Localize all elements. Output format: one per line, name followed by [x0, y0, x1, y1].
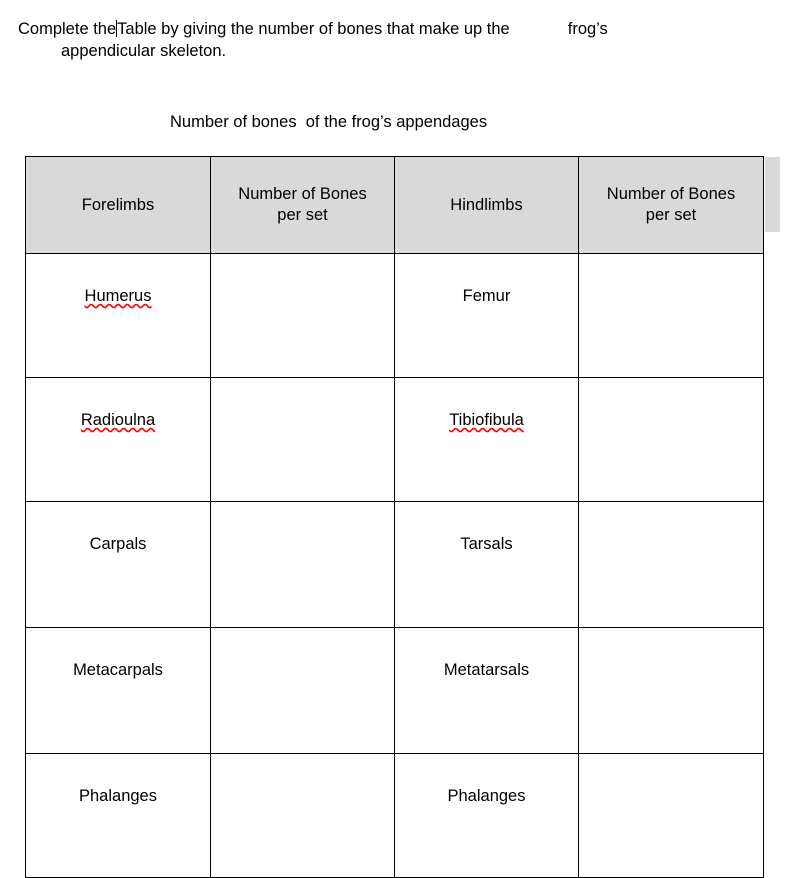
instruction-text-end: frog’s	[567, 20, 608, 38]
forelimb-bone-name-label: Phalanges	[79, 787, 157, 805]
instruction-text-after-caret: Table by giving the number of bones that…	[117, 20, 510, 38]
hindlimb-bone-name-label: Tarsals	[460, 535, 513, 553]
column-header-forelimbs-label: Forelimbs	[81, 195, 155, 214]
hindlimb-bone-count-input[interactable]	[578, 753, 764, 878]
forelimb-bone-count-input[interactable]	[210, 753, 395, 878]
hindlimb-bone-name-label: Tibiofibula	[449, 411, 524, 429]
instruction-paragraph: Complete theTable by giving the number o…	[18, 18, 770, 62]
hindlimb-bone-name: Tarsals	[394, 501, 579, 628]
column-header-hindlimbs-label: Hindlimbs	[450, 195, 523, 214]
column-header-forelimbs: Forelimbs	[25, 156, 211, 254]
hindlimb-bone-name-label: Femur	[462, 287, 511, 305]
forelimb-bone-name: Carpals	[25, 501, 211, 628]
forelimb-bone-name: Metacarpals	[25, 627, 211, 754]
column-header-hindlimb-bone-count: Number of Bones per set	[578, 156, 764, 254]
forelimb-bone-count-input[interactable]	[210, 501, 395, 628]
forelimb-bone-name: Humerus	[25, 253, 211, 378]
column-header-hindlimb-bone-count-line1: Number of Bones	[606, 185, 736, 203]
column-header-hindlimb-bone-count-line2: per set	[645, 206, 697, 224]
instruction-line-2: appendicular skeleton.	[61, 42, 227, 60]
forelimb-bone-count-input[interactable]	[210, 253, 395, 378]
table-row: Carpals Tarsals	[25, 501, 764, 628]
forelimb-bone-name-label: Metacarpals	[73, 661, 163, 679]
hindlimb-bone-count-input[interactable]	[578, 501, 764, 628]
column-header-forelimb-bone-count-line2: per set	[277, 206, 328, 224]
table-row: Metacarpals Metatarsals	[25, 627, 764, 754]
forelimb-bone-count-input[interactable]	[210, 377, 395, 502]
hindlimb-bone-name-label: Phalanges	[447, 787, 526, 805]
forelimb-bone-name: Phalanges	[25, 753, 211, 878]
instruction-line-1: Complete theTable by giving the number o…	[18, 18, 770, 40]
hindlimb-bone-name: Tibiofibula	[394, 377, 579, 502]
hindlimb-bone-name-label: Metatarsals	[443, 661, 530, 679]
forelimb-bone-name-label: Radioulna	[80, 411, 156, 429]
table-row: Humerus Femur	[25, 253, 764, 378]
instruction-text-before-caret: Complete the	[18, 20, 117, 38]
table-header: Forelimbs Number of Bones per set Hindli…	[25, 156, 764, 254]
table-header-row: Forelimbs Number of Bones per set Hindli…	[25, 156, 764, 254]
forelimb-bone-name-label: Humerus	[84, 287, 152, 305]
column-header-forelimb-bone-count: Number of Bones per set	[210, 156, 395, 254]
hindlimb-bone-name: Femur	[394, 253, 579, 378]
hindlimb-bone-count-input[interactable]	[578, 253, 764, 378]
hindlimb-bone-name: Phalanges	[394, 753, 579, 878]
column-header-hindlimbs: Hindlimbs	[394, 156, 579, 254]
hindlimb-bone-name: Metatarsals	[394, 627, 579, 754]
hindlimb-bone-count-input[interactable]	[578, 377, 764, 502]
forelimb-bone-count-input[interactable]	[210, 627, 395, 754]
hindlimb-bone-count-input[interactable]	[578, 627, 764, 754]
table-row: Phalanges Phalanges	[25, 753, 764, 878]
table-body: Humerus Femur Radioulna Tibiofibula Carp…	[25, 253, 764, 878]
table-caption: Number of bones of the frog’s appendages	[170, 113, 488, 131]
forelimb-bone-name-label: Carpals	[89, 535, 147, 553]
column-header-forelimb-bone-count-line1: Number of Bones	[238, 185, 367, 203]
forelimb-bone-name: Radioulna	[25, 377, 211, 502]
header-row-overflow-marker	[765, 157, 780, 232]
bones-table: Forelimbs Number of Bones per set Hindli…	[25, 156, 764, 878]
table-row: Radioulna Tibiofibula	[25, 377, 764, 502]
